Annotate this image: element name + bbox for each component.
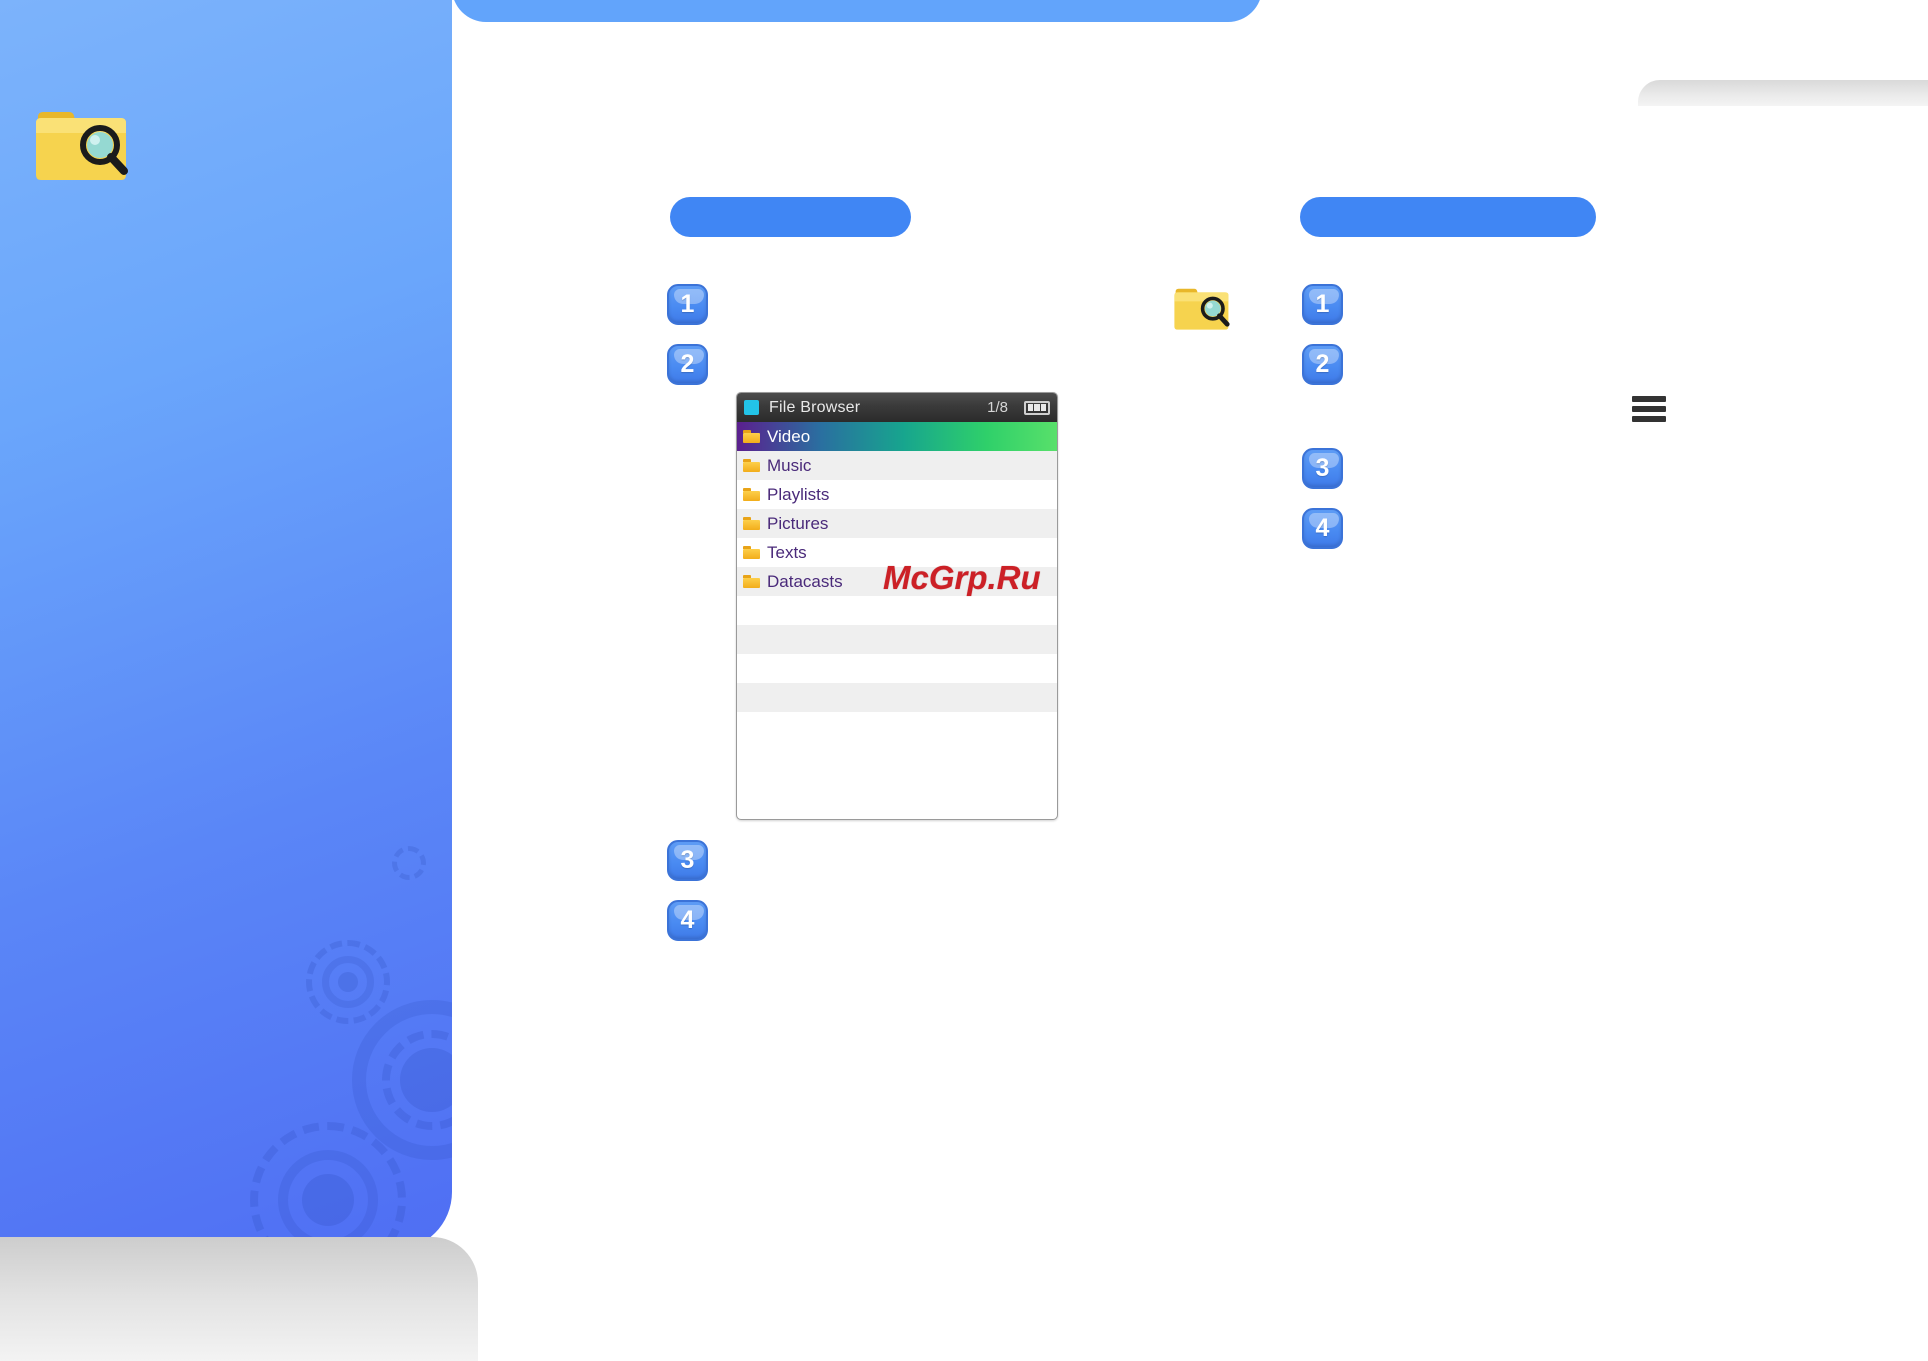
- left-panel-decoration: [0, 0, 452, 1250]
- left-decorative-panel: [0, 0, 452, 1250]
- top-blue-tab: [452, 0, 1262, 22]
- right-step-number-4: 4: [1315, 514, 1330, 542]
- right-step-badge-1: 1: [1302, 284, 1343, 325]
- folder-search-icon: [1172, 283, 1232, 333]
- list-item-label: Playlists: [767, 484, 830, 504]
- right-step-badge-4: 4: [1302, 508, 1343, 549]
- left-step-number-3: 3: [680, 846, 695, 874]
- left-step-badge-2: 2: [667, 344, 708, 385]
- folder-search-icon: [32, 103, 132, 185]
- right-step-number-2: 2: [1315, 350, 1330, 378]
- hamburger-bar: [1632, 416, 1666, 422]
- left-step-badge-1: 1: [667, 284, 708, 325]
- left-step-badge-3: 3: [667, 840, 708, 881]
- battery-icon: [1024, 400, 1050, 415]
- decorative-circle-dot: [302, 1174, 354, 1226]
- right-step-badge-2: 2: [1302, 344, 1343, 385]
- device-title: File Browser: [769, 398, 861, 416]
- list-item-label: Video: [767, 426, 811, 446]
- right-side-tab: [1638, 80, 1928, 106]
- hamburger-menu-icon[interactable]: [1632, 396, 1666, 422]
- left-step-number-4: 4: [680, 906, 695, 934]
- folder-icon: [743, 430, 760, 443]
- page-root: 1 2 3 4 File Browser 1/8 Video Music Pla…: [0, 0, 1928, 1361]
- left-section-heading: [670, 197, 911, 237]
- bottom-gray-panel: [0, 1237, 478, 1361]
- list-empty-row: [737, 712, 1057, 741]
- app-square-icon: [744, 400, 759, 415]
- folder-icon: [743, 459, 760, 472]
- folder-icon: [743, 575, 760, 588]
- left-step-number-2: 2: [680, 350, 695, 378]
- right-step-number-3: 3: [1315, 454, 1330, 482]
- list-item-label: Datacasts: [767, 571, 843, 591]
- list-item[interactable]: Playlists: [737, 480, 1057, 509]
- right-step-number-1: 1: [1315, 290, 1330, 318]
- list-empty-row: [737, 625, 1057, 654]
- list-item[interactable]: Music: [737, 451, 1057, 480]
- list-item[interactable]: Video: [737, 422, 1057, 451]
- list-item-label: Texts: [767, 542, 807, 562]
- device-titlebar: File Browser 1/8: [737, 393, 1057, 422]
- folder-icon: [743, 488, 760, 501]
- list-empty-row: [737, 596, 1057, 625]
- right-step-badge-3: 3: [1302, 448, 1343, 489]
- left-step-badge-4: 4: [667, 900, 708, 941]
- device-page-indicator: 1/8: [987, 399, 1008, 416]
- list-item-label: Music: [767, 455, 812, 475]
- right-section-heading: [1300, 197, 1596, 237]
- decorative-circle-small: [392, 846, 426, 880]
- hamburger-bar: [1632, 396, 1666, 402]
- list-item[interactable]: Pictures: [737, 509, 1057, 538]
- list-empty-row: [737, 654, 1057, 683]
- list-item-label: Pictures: [767, 513, 829, 533]
- watermark: McGrp.Ru: [883, 559, 1041, 596]
- hamburger-bar: [1632, 406, 1666, 412]
- decorative-circle-dot: [338, 972, 358, 992]
- list-empty-row: [737, 683, 1057, 712]
- folder-icon: [743, 546, 760, 559]
- device-screen-mockup: File Browser 1/8 Video Music Playlists P…: [736, 392, 1058, 820]
- folder-icon: [743, 517, 760, 530]
- left-step-number-1: 1: [680, 290, 695, 318]
